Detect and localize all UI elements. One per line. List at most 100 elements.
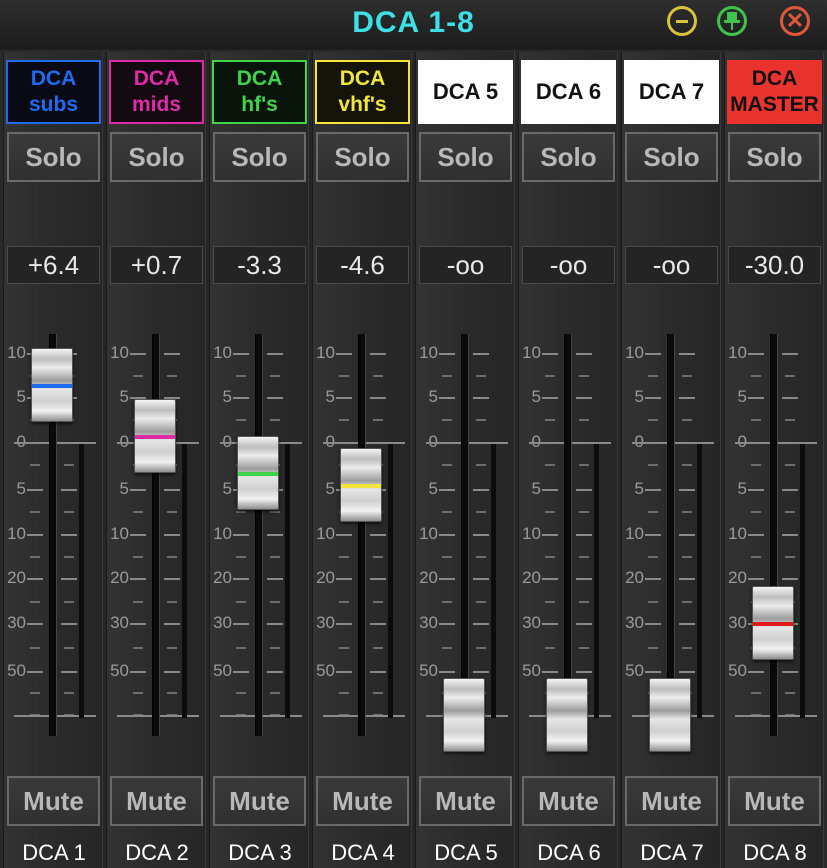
scale-tick-minor bbox=[270, 601, 280, 603]
solo-button[interactable]: Solo bbox=[213, 132, 306, 182]
scale-tick-minor bbox=[442, 601, 452, 603]
pin-icon[interactable] bbox=[717, 6, 747, 36]
scale-tick-major bbox=[645, 671, 661, 673]
scale-label: 20 bbox=[522, 568, 541, 587]
scale-tick-major bbox=[233, 578, 249, 580]
mute-button[interactable]: Mute bbox=[625, 776, 718, 826]
scale-tick-minor bbox=[167, 511, 177, 513]
scale-tick-major bbox=[679, 578, 695, 580]
scale-tick-minor bbox=[30, 511, 40, 513]
scale-tick-major bbox=[542, 671, 558, 673]
scale-tick-minor bbox=[167, 692, 177, 694]
scale-label: 10 bbox=[213, 524, 232, 543]
scale-tick-major bbox=[27, 578, 43, 580]
fader-indicator-line bbox=[238, 472, 278, 476]
scale-label: 50 bbox=[7, 661, 26, 680]
fader-knob[interactable] bbox=[546, 678, 588, 752]
scale-tick-major bbox=[576, 353, 592, 355]
fader-track[interactable] bbox=[255, 334, 263, 736]
scale-label: 20 bbox=[625, 568, 644, 587]
scale-tick-major bbox=[27, 671, 43, 673]
fader-track[interactable] bbox=[461, 334, 469, 736]
scale-tick-major bbox=[645, 489, 661, 491]
dca-name-label[interactable]: DCA hf's bbox=[212, 60, 307, 124]
fader-knob[interactable] bbox=[134, 399, 176, 473]
minimize-icon[interactable] bbox=[667, 6, 697, 36]
fader-indicator-line bbox=[753, 622, 793, 626]
fader-track[interactable] bbox=[358, 334, 366, 736]
fader-knob[interactable] bbox=[340, 448, 382, 522]
mute-button[interactable]: Mute bbox=[7, 776, 100, 826]
scale-tick-major bbox=[336, 671, 352, 673]
solo-button[interactable]: Solo bbox=[110, 132, 203, 182]
dca-strip-3: DCAhf'sSolo-3.31050510203050MuteDCA 3 bbox=[209, 52, 309, 868]
mute-button[interactable]: Mute bbox=[110, 776, 203, 826]
scale-label: 10 bbox=[110, 343, 129, 362]
level-meter bbox=[285, 444, 290, 718]
solo-button[interactable]: Solo bbox=[522, 132, 615, 182]
scale-tick-minor bbox=[545, 375, 555, 377]
dca-name-label[interactable]: DCA 5 bbox=[418, 60, 513, 124]
mute-button[interactable]: Mute bbox=[419, 776, 512, 826]
scale-label: 5 bbox=[222, 479, 232, 498]
fader-knob[interactable] bbox=[237, 436, 279, 510]
fader-track[interactable] bbox=[564, 334, 572, 736]
scale-label: 5 bbox=[428, 387, 438, 406]
fader-knob[interactable] bbox=[31, 348, 73, 422]
scale-tick-minor bbox=[476, 647, 486, 649]
scale-tick-minor bbox=[579, 375, 589, 377]
channel-label: DCA 6 bbox=[537, 840, 601, 865]
solo-button[interactable]: Solo bbox=[625, 132, 718, 182]
scale-tick-minor bbox=[236, 647, 246, 649]
fader-value-readout: -oo bbox=[625, 246, 718, 284]
dca-name-label[interactable]: DCA mids bbox=[109, 60, 204, 124]
scale-tick-major bbox=[679, 397, 695, 399]
level-meter bbox=[79, 444, 84, 718]
dca-name-label[interactable]: DCA MASTER bbox=[727, 60, 822, 124]
scale-label: 50 bbox=[213, 661, 232, 680]
scale-label: 10 bbox=[728, 524, 747, 543]
mute-button[interactable]: Mute bbox=[728, 776, 821, 826]
scale-tick-major bbox=[439, 397, 455, 399]
fader-knob[interactable] bbox=[443, 678, 485, 752]
dca-name-label[interactable]: DCA 6 bbox=[521, 60, 616, 124]
scale-tick-major bbox=[164, 671, 180, 673]
scale-tick-major bbox=[645, 623, 661, 625]
scale-tick-major bbox=[130, 671, 146, 673]
fader-indicator-line bbox=[135, 435, 175, 439]
fader-knob[interactable] bbox=[649, 678, 691, 752]
scale-tick-major bbox=[473, 623, 489, 625]
fader-track[interactable] bbox=[667, 334, 675, 736]
dca-name-label[interactable]: DCA subs bbox=[6, 60, 101, 124]
scale-label: 50 bbox=[419, 661, 438, 680]
fader-knob[interactable] bbox=[752, 586, 794, 660]
solo-button[interactable]: Solo bbox=[419, 132, 512, 182]
close-icon[interactable]: ✕ bbox=[780, 6, 810, 36]
scale-label: 5 bbox=[531, 387, 541, 406]
solo-button[interactable]: Solo bbox=[316, 132, 409, 182]
mute-button[interactable]: Mute bbox=[213, 776, 306, 826]
scale-label: 5 bbox=[325, 479, 335, 498]
scale-label: 10 bbox=[419, 343, 438, 362]
scale-tick-minor bbox=[339, 419, 349, 421]
dca-name-label[interactable]: DCA 7 bbox=[624, 60, 719, 124]
dca-name-line: mids bbox=[131, 93, 181, 116]
scale-tick-minor bbox=[373, 556, 383, 558]
mute-button[interactable]: Mute bbox=[316, 776, 409, 826]
scale-tick-major bbox=[679, 671, 695, 673]
fader-track[interactable] bbox=[152, 334, 160, 736]
fader-track[interactable] bbox=[770, 334, 778, 736]
scale-tick-major bbox=[782, 489, 798, 491]
scale-tick-major bbox=[233, 353, 249, 355]
scale-tick-minor bbox=[785, 419, 795, 421]
scale-tick-major bbox=[679, 623, 695, 625]
dca-name-label[interactable]: DCA vhf's bbox=[315, 60, 410, 124]
scale-tick-minor bbox=[751, 375, 761, 377]
scale-tick-major bbox=[645, 578, 661, 580]
scale-label: 10 bbox=[316, 343, 335, 362]
solo-button[interactable]: Solo bbox=[728, 132, 821, 182]
mute-button[interactable]: Mute bbox=[522, 776, 615, 826]
scale-label: 30 bbox=[522, 613, 541, 632]
solo-button[interactable]: Solo bbox=[7, 132, 100, 182]
scale-tick-minor bbox=[648, 511, 658, 513]
